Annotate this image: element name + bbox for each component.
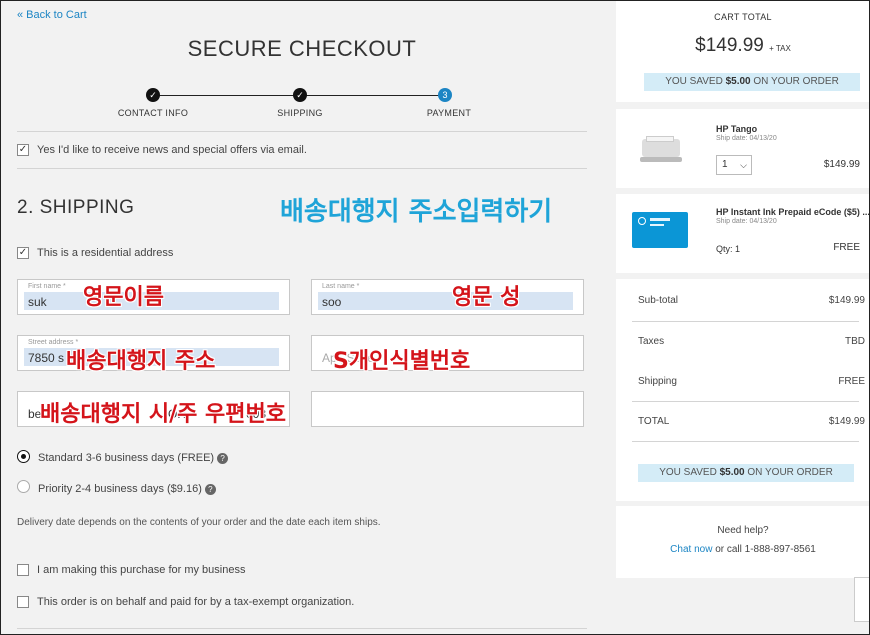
divider [17,168,587,169]
step-label-payment: PAYMENT [426,108,472,118]
priority-shipping-radio[interactable] [17,480,30,493]
cart-total-card: CART TOTAL $149.99 + TAX YOU SAVED $5.00… [616,0,870,102]
step-label-contact[interactable]: CONTACT INFO [118,108,188,118]
divider [17,628,587,629]
step-2-check-icon: ✓ [293,88,307,102]
annotation-first-name: 영문이름 [83,285,164,310]
business-label: I am making this purchase for my busines… [37,564,246,576]
order-summary-card: Sub-total $149.99 Taxes TBD Shipping FREE T… [616,279,870,501]
checkout-form-panel: « Back to Cart SECURE CHECKOUT ✓ ✓ 3 CON… [0,0,610,635]
tax-exempt-label: This order is on behalf and paid for by … [37,596,355,608]
saved-suffix: ON YOUR ORDER [747,467,833,478]
chevron-down-icon: ⌵ [740,160,747,170]
standard-shipping-text: Standard 3-6 business days (FREE) [38,452,215,464]
last-name-field[interactable]: Last name * soo [311,279,584,315]
divider [632,441,859,442]
taxes-row: Taxes TBD [638,336,865,347]
taxes-label: Taxes [638,336,665,347]
cart-item-hp-tango: HP Tango Ship date: 04/13/20 1 ⌵ $149.99 [616,109,870,188]
checkout-progress: ✓ ✓ 3 CONTACT INFO SHIPPING PAYMENT [0,88,610,128]
cart-total-price: $149.99 + TAX [616,35,870,57]
saved-suffix: ON YOUR ORDER [753,76,839,87]
first-name-label: First name * [28,283,66,290]
phone-field[interactable] [311,391,584,427]
help-icon[interactable]: ? [204,483,216,495]
item-ship-date: Ship date: 04/13/20 [716,135,777,142]
cart-item-instant-ink: HP Instant Ink Prepaid eCode ($5) ... Sh… [616,194,870,273]
shipping-row: Shipping FREE [638,376,865,387]
quantity-select[interactable]: 1 ⌵ [716,155,752,175]
tax-note: + TAX [769,44,791,53]
delivery-note: Delivery date depends on the contents of… [17,517,381,528]
annotation-apt: S개인식별번호 [333,349,471,374]
standard-shipping-radio[interactable] [17,450,30,463]
street-address-value: 7850 s [28,351,65,365]
savings-banner: YOU SAVED $5.00 ON YOUR ORDER [644,73,860,91]
item-price: $149.99 [823,159,860,170]
cart-summary-panel: CART TOTAL $149.99 + TAX YOU SAVED $5.00… [610,0,870,635]
subtotal-label: Sub-total [638,295,679,306]
ink-card-image [632,212,688,248]
step-label-shipping[interactable]: SHIPPING [277,108,322,118]
call-text: or call 1-888-897-8561 [715,544,816,555]
item-name[interactable]: HP Tango [716,124,757,134]
residential-label: This is a residential address [37,247,174,259]
divider [632,321,859,322]
tax-exempt-checkbox[interactable] [17,596,29,608]
back-to-cart-link[interactable]: « Back to Cart [17,9,87,21]
saved-amount: $5.00 [725,76,751,87]
help-title: Need help? [717,525,769,536]
help-card: Need help? Chat now or call 1-888-897-85… [616,506,870,578]
shipping-label: Shipping [638,376,677,387]
taxes-value: TBD [845,336,865,347]
savings-banner: YOU SAVED $5.00 ON YOUR ORDER [638,464,854,482]
item-price: FREE [833,242,860,253]
step-3-number: 3 [438,88,452,102]
newsletter-checkbox[interactable]: ✓ [17,144,29,156]
subtotal-row: Sub-total $149.99 [638,295,865,306]
divider [17,131,587,132]
annotation-heading: 배송대행지 주소입력하기 [280,197,553,227]
subtotal-value: $149.99 [828,295,865,306]
last-name-label: Last name * [322,283,360,290]
total-value: $149.99 [828,416,865,427]
autofill-highlight [318,292,573,310]
first-name-value: suk [28,295,47,309]
total-row: TOTAL $149.99 [638,416,865,427]
shipping-value: FREE [838,376,865,387]
item-ship-date: Ship date: 04/13/20 [716,218,777,225]
help-contact: Chat now or call 1-888-897-8561 [616,544,870,555]
annotation-city: 배송대행지 시/주 우편번호 [40,402,286,427]
saved-prefix: YOU SAVED [659,467,717,478]
priority-shipping-label: Priority 2-4 business days ($9.16)? [38,483,216,495]
help-icon[interactable]: ? [217,452,229,464]
chat-now-link[interactable]: Chat now [670,544,712,555]
standard-shipping-label: Standard 3-6 business days (FREE)? [38,452,229,464]
annotation-last-name: 영문 성 [452,285,521,310]
item-quantity: Qty: 1 [716,244,741,254]
business-checkbox[interactable] [17,564,29,576]
last-name-value: soo [322,295,342,309]
printer-image [638,135,682,165]
annotation-street: 배송대행지 주소 [66,349,216,374]
priority-shipping-text: Priority 2-4 business days ($9.16) [38,483,202,495]
saved-amount: $5.00 [719,467,745,478]
page-title: SECURE CHECKOUT [187,36,417,61]
step-1-check-icon: ✓ [146,88,160,102]
shipping-heading: 2. SHIPPING [17,197,135,218]
item-name[interactable]: HP Instant Ink Prepaid eCode ($5) ... [716,207,870,217]
residential-checkbox[interactable]: ✓ [17,247,29,259]
divider [632,401,859,402]
newsletter-label: Yes I'd like to receive news and special… [37,144,307,156]
cart-total-amount: $149.99 [695,35,764,56]
saved-prefix: YOU SAVED [665,76,723,87]
cart-total-title: CART TOTAL [714,12,772,22]
total-label: TOTAL [638,416,670,427]
quantity-value: 1 [722,159,728,170]
recaptcha-badge[interactable] [854,577,870,622]
